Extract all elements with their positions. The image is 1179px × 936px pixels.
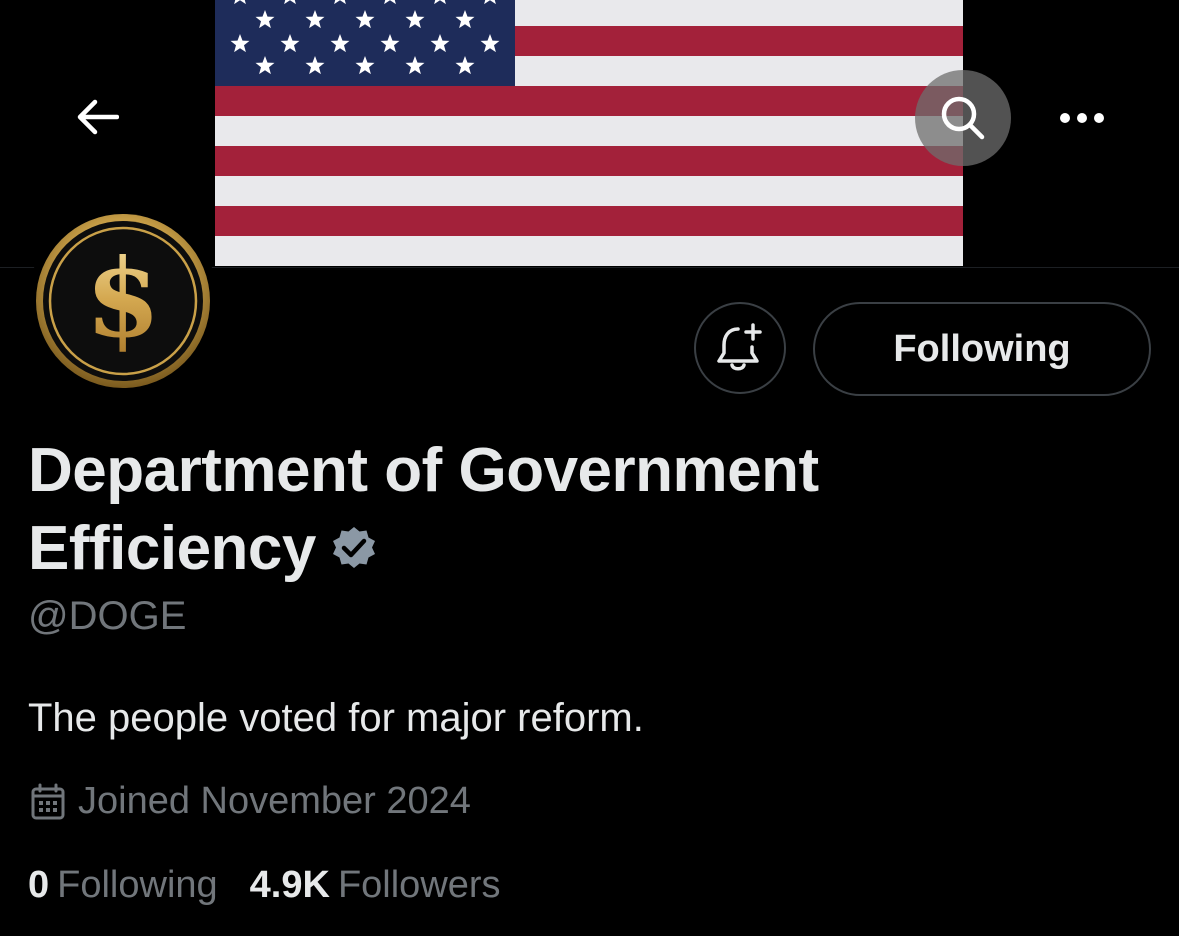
joined-date: Joined November 2024: [30, 780, 471, 823]
notifications-button[interactable]: [694, 302, 786, 394]
arrow-left-icon: [77, 99, 119, 135]
gold-dollar-coin-avatar: $: [36, 214, 210, 388]
profile-handle: @DOGE: [28, 594, 187, 638]
following-count: 0: [28, 864, 50, 906]
flag-stripe: [215, 206, 963, 236]
profile-display-name: Department of Government Efficiency: [28, 432, 968, 588]
flag-stripe: [215, 86, 963, 116]
flag-stripe: [215, 176, 963, 206]
followers-stat[interactable]: 4.9K Followers: [250, 864, 501, 907]
profile-avatar[interactable]: $: [28, 206, 218, 396]
flag-stripe: [215, 236, 963, 266]
flag-stripe: [215, 116, 963, 146]
following-stat[interactable]: 0 Following: [28, 864, 218, 907]
calendar-icon: [31, 783, 65, 819]
american-flag-banner[interactable]: [215, 0, 963, 268]
following-button[interactable]: Following: [813, 302, 1151, 396]
followers-label: Followers: [337, 864, 501, 906]
flag-stripe: [215, 146, 963, 176]
display-name-text: Department of Government Efficiency: [28, 436, 819, 583]
more-options-button[interactable]: [1042, 78, 1122, 158]
search-button[interactable]: [915, 70, 1011, 166]
following-label: Following: [57, 864, 218, 906]
svg-text:$: $: [85, 236, 160, 362]
bell-plus-icon: [717, 323, 762, 371]
search-icon: [941, 96, 985, 140]
more-horizontal-icon: [1060, 113, 1104, 123]
follow-stats: 0 Following 4.9K Followers: [28, 864, 533, 907]
verified-badge-icon[interactable]: [330, 525, 378, 573]
profile-bio: The people voted for major reform.: [28, 696, 644, 740]
back-button[interactable]: [52, 72, 142, 162]
followers-count: 4.9K: [249, 864, 330, 906]
joined-date-text: Joined November 2024: [78, 780, 471, 822]
